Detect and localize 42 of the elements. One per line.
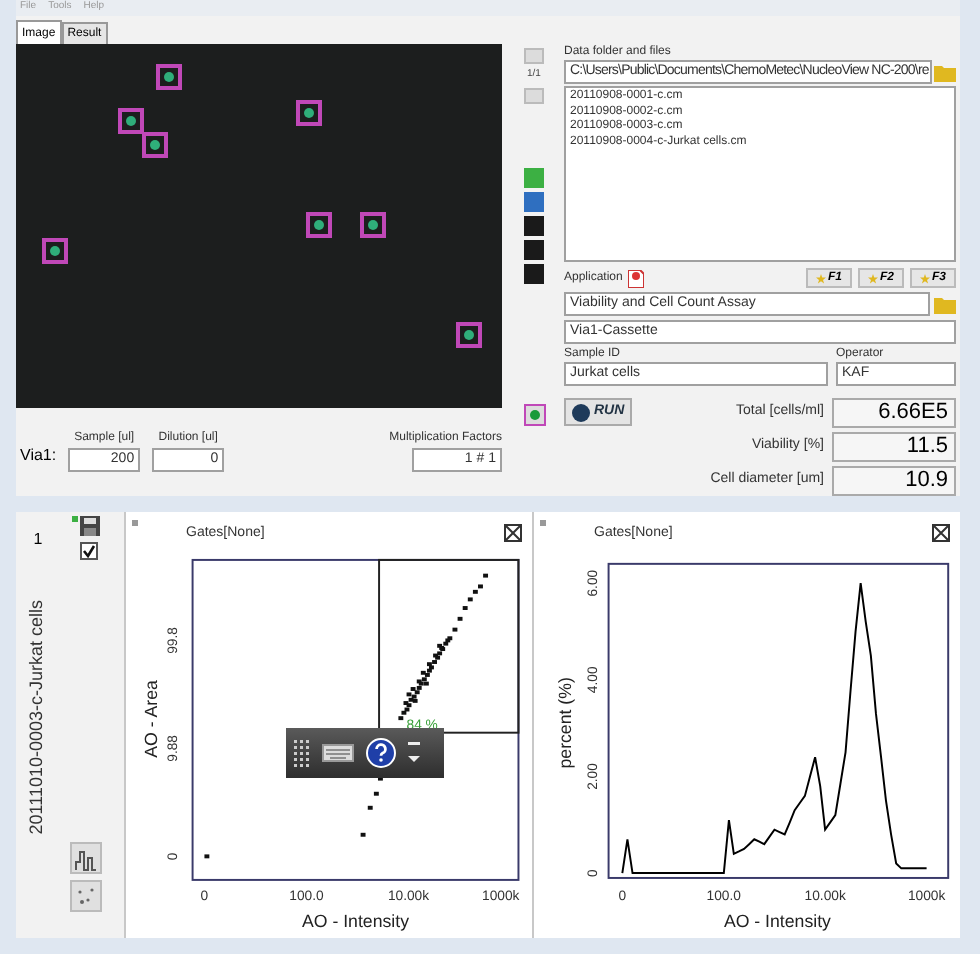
result-value: 11.5 [832,432,956,462]
star-icon [867,273,878,283]
via-label: Via1: [20,444,57,468]
color-swatch[interactable] [524,239,544,259]
grip-icon[interactable] [294,739,310,767]
color-swatch[interactable] [524,167,544,187]
histogram-view-button[interactable] [70,842,102,874]
include-checkbox[interactable] [79,542,97,560]
close-icon[interactable] [932,524,950,543]
panel-marker-icon [132,520,138,526]
color-swatch[interactable] [524,263,544,283]
minimize-icon[interactable] [408,742,420,764]
cell-marker [296,100,322,126]
cell-marker [306,212,332,238]
scatter-view-button[interactable] [70,880,102,912]
y-axis-label: AO - Area [141,679,162,757]
help-icon[interactable] [366,738,396,768]
star-icon [815,273,826,283]
cell-marker [42,238,68,264]
cell-marker [142,132,168,158]
cell-marker [456,322,482,348]
result-value: 10.9 [832,466,956,496]
close-icon[interactable] [504,524,522,543]
color-swatch[interactable] [524,191,544,211]
sample-name: 20111010-0003-c-Jurkat cells [24,600,49,835]
panel-marker-icon [540,520,546,526]
y-axis-label: percent (%) [555,676,576,768]
status-button[interactable] [523,403,545,425]
x-axis-label: AO - Intensity [723,910,831,931]
cell-marker [118,108,144,134]
result-value: 6.66E5 [832,398,956,428]
document-icon [628,269,645,287]
status-indicator [72,516,78,522]
sample-index: 1 [33,528,43,552]
histogram-icon [74,850,98,872]
star-icon [919,273,930,283]
x-axis-label: AO - Intensity [302,910,409,931]
color-swatch[interactable] [524,215,544,235]
save-icon[interactable] [80,516,100,536]
cell-marker [156,64,182,90]
scatter-plot-icon [74,885,98,907]
cell-marker [360,212,386,238]
